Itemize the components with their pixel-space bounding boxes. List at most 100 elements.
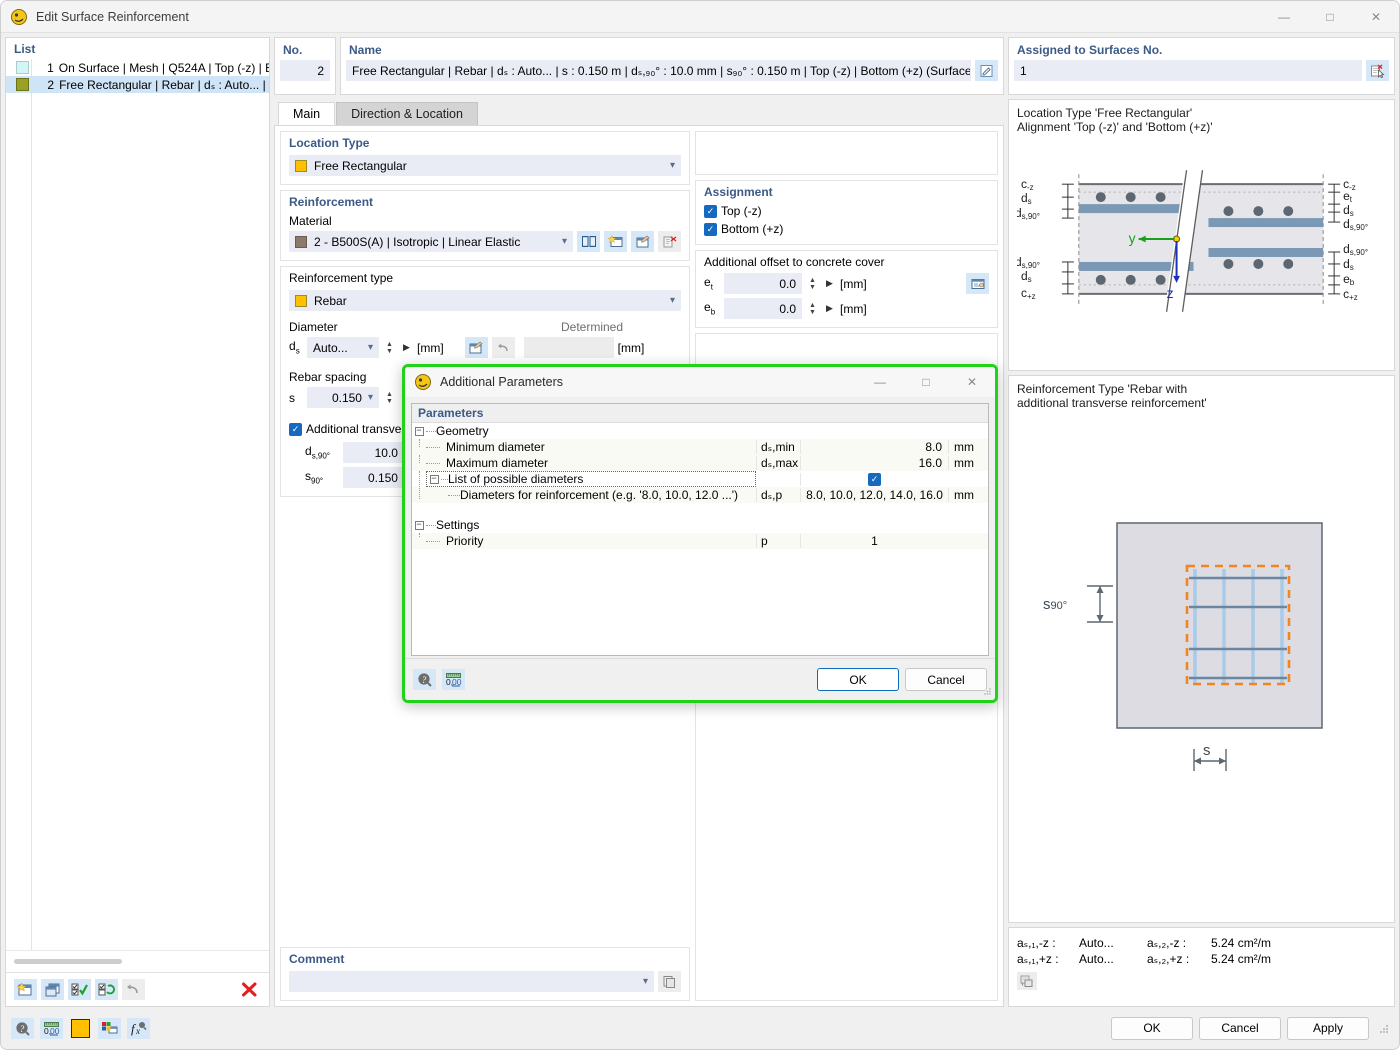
offset-top-spinner[interactable]: ▲ ▼ [806,273,819,294]
table-row[interactable]: − List of possible diameters ✓ [412,471,988,499]
maximize-button[interactable]: □ [1307,1,1353,33]
row-value[interactable]: 1 [800,534,948,548]
diameter-combo[interactable]: Auto... ▾ [307,337,379,358]
row-value[interactable]: 8.0, 10.0, 12.0, 14.0, 16.0 [800,488,948,502]
chevron-down-icon: ▾ [669,160,675,171]
close-button[interactable]: ✕ [1353,1,1399,33]
undo-icon [122,979,145,1000]
tab-direction-location[interactable]: Direction & Location [336,102,478,125]
summary-value-3: Auto... [1079,952,1114,966]
offset-bottom-symbol: eb [704,300,716,317]
tree-group-row[interactable]: − Settings [412,517,988,533]
help-icon[interactable]: ? [413,669,436,690]
edit-material-icon[interactable] [631,231,654,252]
units-icon[interactable]: 0, 00 [40,1017,63,1039]
reinforcement-type-combo[interactable]: Rebar ▾ [289,290,681,311]
dialog-ok-button[interactable]: OK [817,668,899,691]
diameter-apply-arrow-icon[interactable]: ▶ [400,342,413,353]
additional-parameters-icon[interactable] [464,337,488,358]
dialog-resize-grip[interactable] [983,687,992,698]
row-value[interactable]: 16.0 [800,456,948,470]
table-row[interactable]: Minimum diameter dₛ,min 8.0 mm [412,439,988,455]
help-icon[interactable]: ? [11,1017,34,1039]
tab-main[interactable]: Main [278,102,336,125]
top-label: Top (-z) [721,204,762,218]
assignment-option-bottom[interactable]: ✓ Bottom (+z) [704,222,989,236]
list-item[interactable]: 1 On Surface | Mesh | Q524A | Top (-z) |… [6,59,269,76]
expand-collapse-settings[interactable]: − [412,520,426,530]
dialog-maximize-button[interactable]: □ [903,367,949,398]
assignment-option-top[interactable]: ✓ Top (-z) [704,204,989,218]
row-checkbox-cell[interactable]: ✓ [800,472,948,486]
offset-settings-icon[interactable] [966,273,989,294]
table-row[interactable]: Priority p 1 [412,533,988,549]
possible-diameters-checkbox[interactable]: ✓ [868,472,881,486]
reset-icon [491,337,515,358]
bottom-label: Bottom (+z) [721,222,784,236]
tree-group-label: Geometry [436,424,489,438]
pick-surfaces-icon[interactable] [1366,60,1389,81]
chevron-down-icon: ▾ [561,236,567,247]
additional-transverse-checkbox[interactable]: ✓ [289,422,302,436]
copy-item-icon[interactable] [41,979,64,1000]
copy-comment-icon[interactable] [658,971,681,992]
diameter-label: Diameter [289,320,338,334]
table-row[interactable]: Maximum diameter dₛ,max 16.0 mm [412,455,988,471]
top-checkbox[interactable]: ✓ [704,204,717,218]
edit-name-icon[interactable] [975,60,998,81]
offset-top-input[interactable]: 0.0 [724,273,802,294]
row-value[interactable]: 8.0 [800,440,948,454]
assigned-input[interactable]: 1 [1014,60,1362,81]
cancel-button[interactable]: Cancel [1199,1016,1281,1040]
rebar-spacing-spinner[interactable]: ▲ ▼ [383,387,396,408]
dialog-close-button[interactable]: ✕ [949,367,995,398]
material-library-icon[interactable] [577,231,600,252]
chevron-down-icon: ▾ [367,392,373,403]
units-icon[interactable]: 0, 00 [442,669,465,690]
new-item-icon[interactable] [14,979,37,1000]
table-row[interactable]: Diameters for reinforcement (e.g. '8.0, … [412,487,988,503]
diameter-spinner[interactable]: ▲ ▼ [383,337,396,358]
ok-button[interactable]: OK [1111,1016,1193,1040]
offset-top-apply-arrow-icon[interactable]: ▶ [823,278,836,289]
color-swatch-icon[interactable] [69,1018,92,1039]
location-type-combo[interactable]: Free Rectangular ▾ [289,155,681,176]
invert-selection-icon[interactable] [95,979,118,1000]
graphics-panel: Assigned to Surfaces No. 1 Location Type… [1008,37,1395,1007]
minimize-button[interactable]: — [1261,1,1307,33]
assigned-surfaces-card: Assigned to Surfaces No. 1 [1008,37,1395,95]
delete-icon[interactable] [238,979,261,1000]
diameter-value: Auto... [313,340,348,355]
list-horizontal-scrollbar[interactable] [6,950,269,972]
resize-grip[interactable] [1379,1023,1389,1033]
export-table-icon[interactable] [1017,972,1037,990]
row-group-focus[interactable]: − List of possible diameters [426,471,756,487]
determined-value [523,337,614,358]
bottom-checkbox[interactable]: ✓ [704,222,717,236]
dialog-cancel-button[interactable]: Cancel [905,668,987,691]
svg-text:ds: ds [1021,191,1032,206]
scrollbar-thumb[interactable] [14,959,122,964]
formula-icon[interactable]: fx [127,1017,150,1039]
select-all-icon[interactable] [68,979,91,1000]
offset-group: Additional offset to concrete cover et 0… [695,250,998,328]
no-field-input[interactable]: 2 [280,60,330,81]
display-properties-icon[interactable] [98,1017,121,1039]
list-item[interactable]: 2 Free Rectangular | Rebar | dₛ : Auto..… [6,76,269,93]
top-graphic-drawing: y z c-z ds ds,90° ds,90 [1017,134,1386,364]
list-toolbar [6,972,269,1006]
expand-collapse-geometry[interactable]: − [412,426,426,436]
new-material-icon[interactable] [604,231,627,252]
top-graphic-title-line1: Location Type 'Free Rectangular' [1017,106,1193,120]
expand-collapse-possible-diameters[interactable]: − [427,474,441,484]
apply-button[interactable]: Apply [1287,1016,1369,1040]
offset-bottom-spinner[interactable]: ▲ ▼ [806,298,819,319]
rebar-spacing-combo[interactable]: 0.150 ▾ [307,387,379,408]
offset-bottom-input[interactable]: 0.0 [724,298,802,319]
dialog-minimize-button[interactable]: — [857,367,903,398]
material-combo[interactable]: 2 - B500S(A) | Isotropic | Linear Elasti… [289,231,573,252]
tree-group-row[interactable]: − Geometry [412,423,988,439]
name-input[interactable]: Free Rectangular | Rebar | dₛ : Auto... … [346,60,971,81]
comment-combo[interactable]: ▾ [289,971,654,992]
offset-bottom-apply-arrow-icon[interactable]: ▶ [823,303,836,314]
